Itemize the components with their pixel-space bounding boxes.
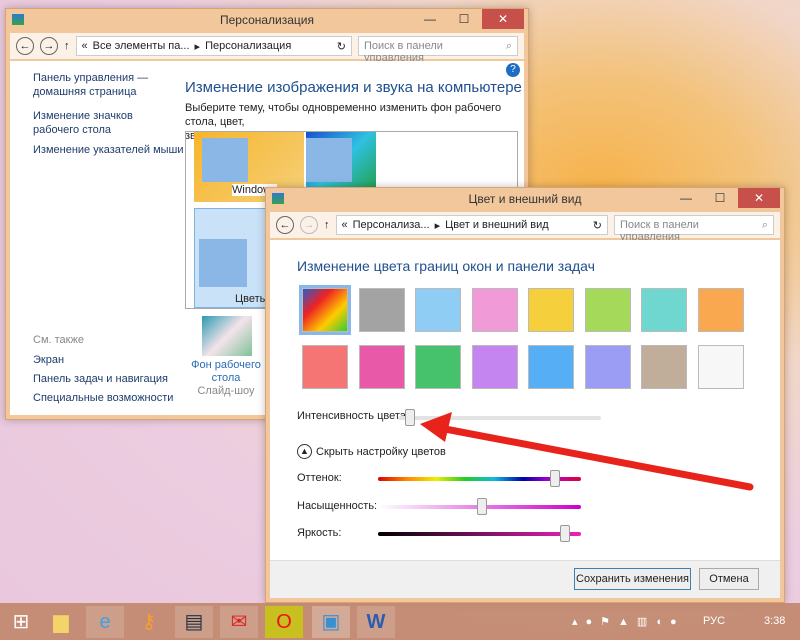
taskbar: ⊞ ▆ e ⚷ ▤ ✉ O ▣ W ▴●⚑▲▥◖● РУС 3:38 (0, 603, 800, 640)
mail-icon[interactable]: ✉ (220, 606, 258, 638)
opera-icon[interactable]: O (265, 606, 303, 638)
file-explorer-icon[interactable]: ▆ (42, 606, 80, 638)
floppy-save-icon[interactable]: ▤ (175, 606, 213, 638)
language-indicator[interactable]: РУС (703, 615, 725, 627)
tray-icons[interactable]: ▴●⚑▲▥◖● (572, 615, 685, 628)
keys-icon[interactable]: ⚷ (130, 606, 168, 638)
control-panel-icon[interactable]: ▣ (312, 606, 350, 638)
red-arrow-annotation (420, 412, 754, 491)
internet-explorer-icon[interactable]: e (86, 606, 124, 638)
word-icon[interactable]: W (357, 606, 395, 638)
clock[interactable]: 3:38 (764, 615, 785, 627)
windows-start-icon[interactable]: ⊞ (2, 606, 40, 638)
